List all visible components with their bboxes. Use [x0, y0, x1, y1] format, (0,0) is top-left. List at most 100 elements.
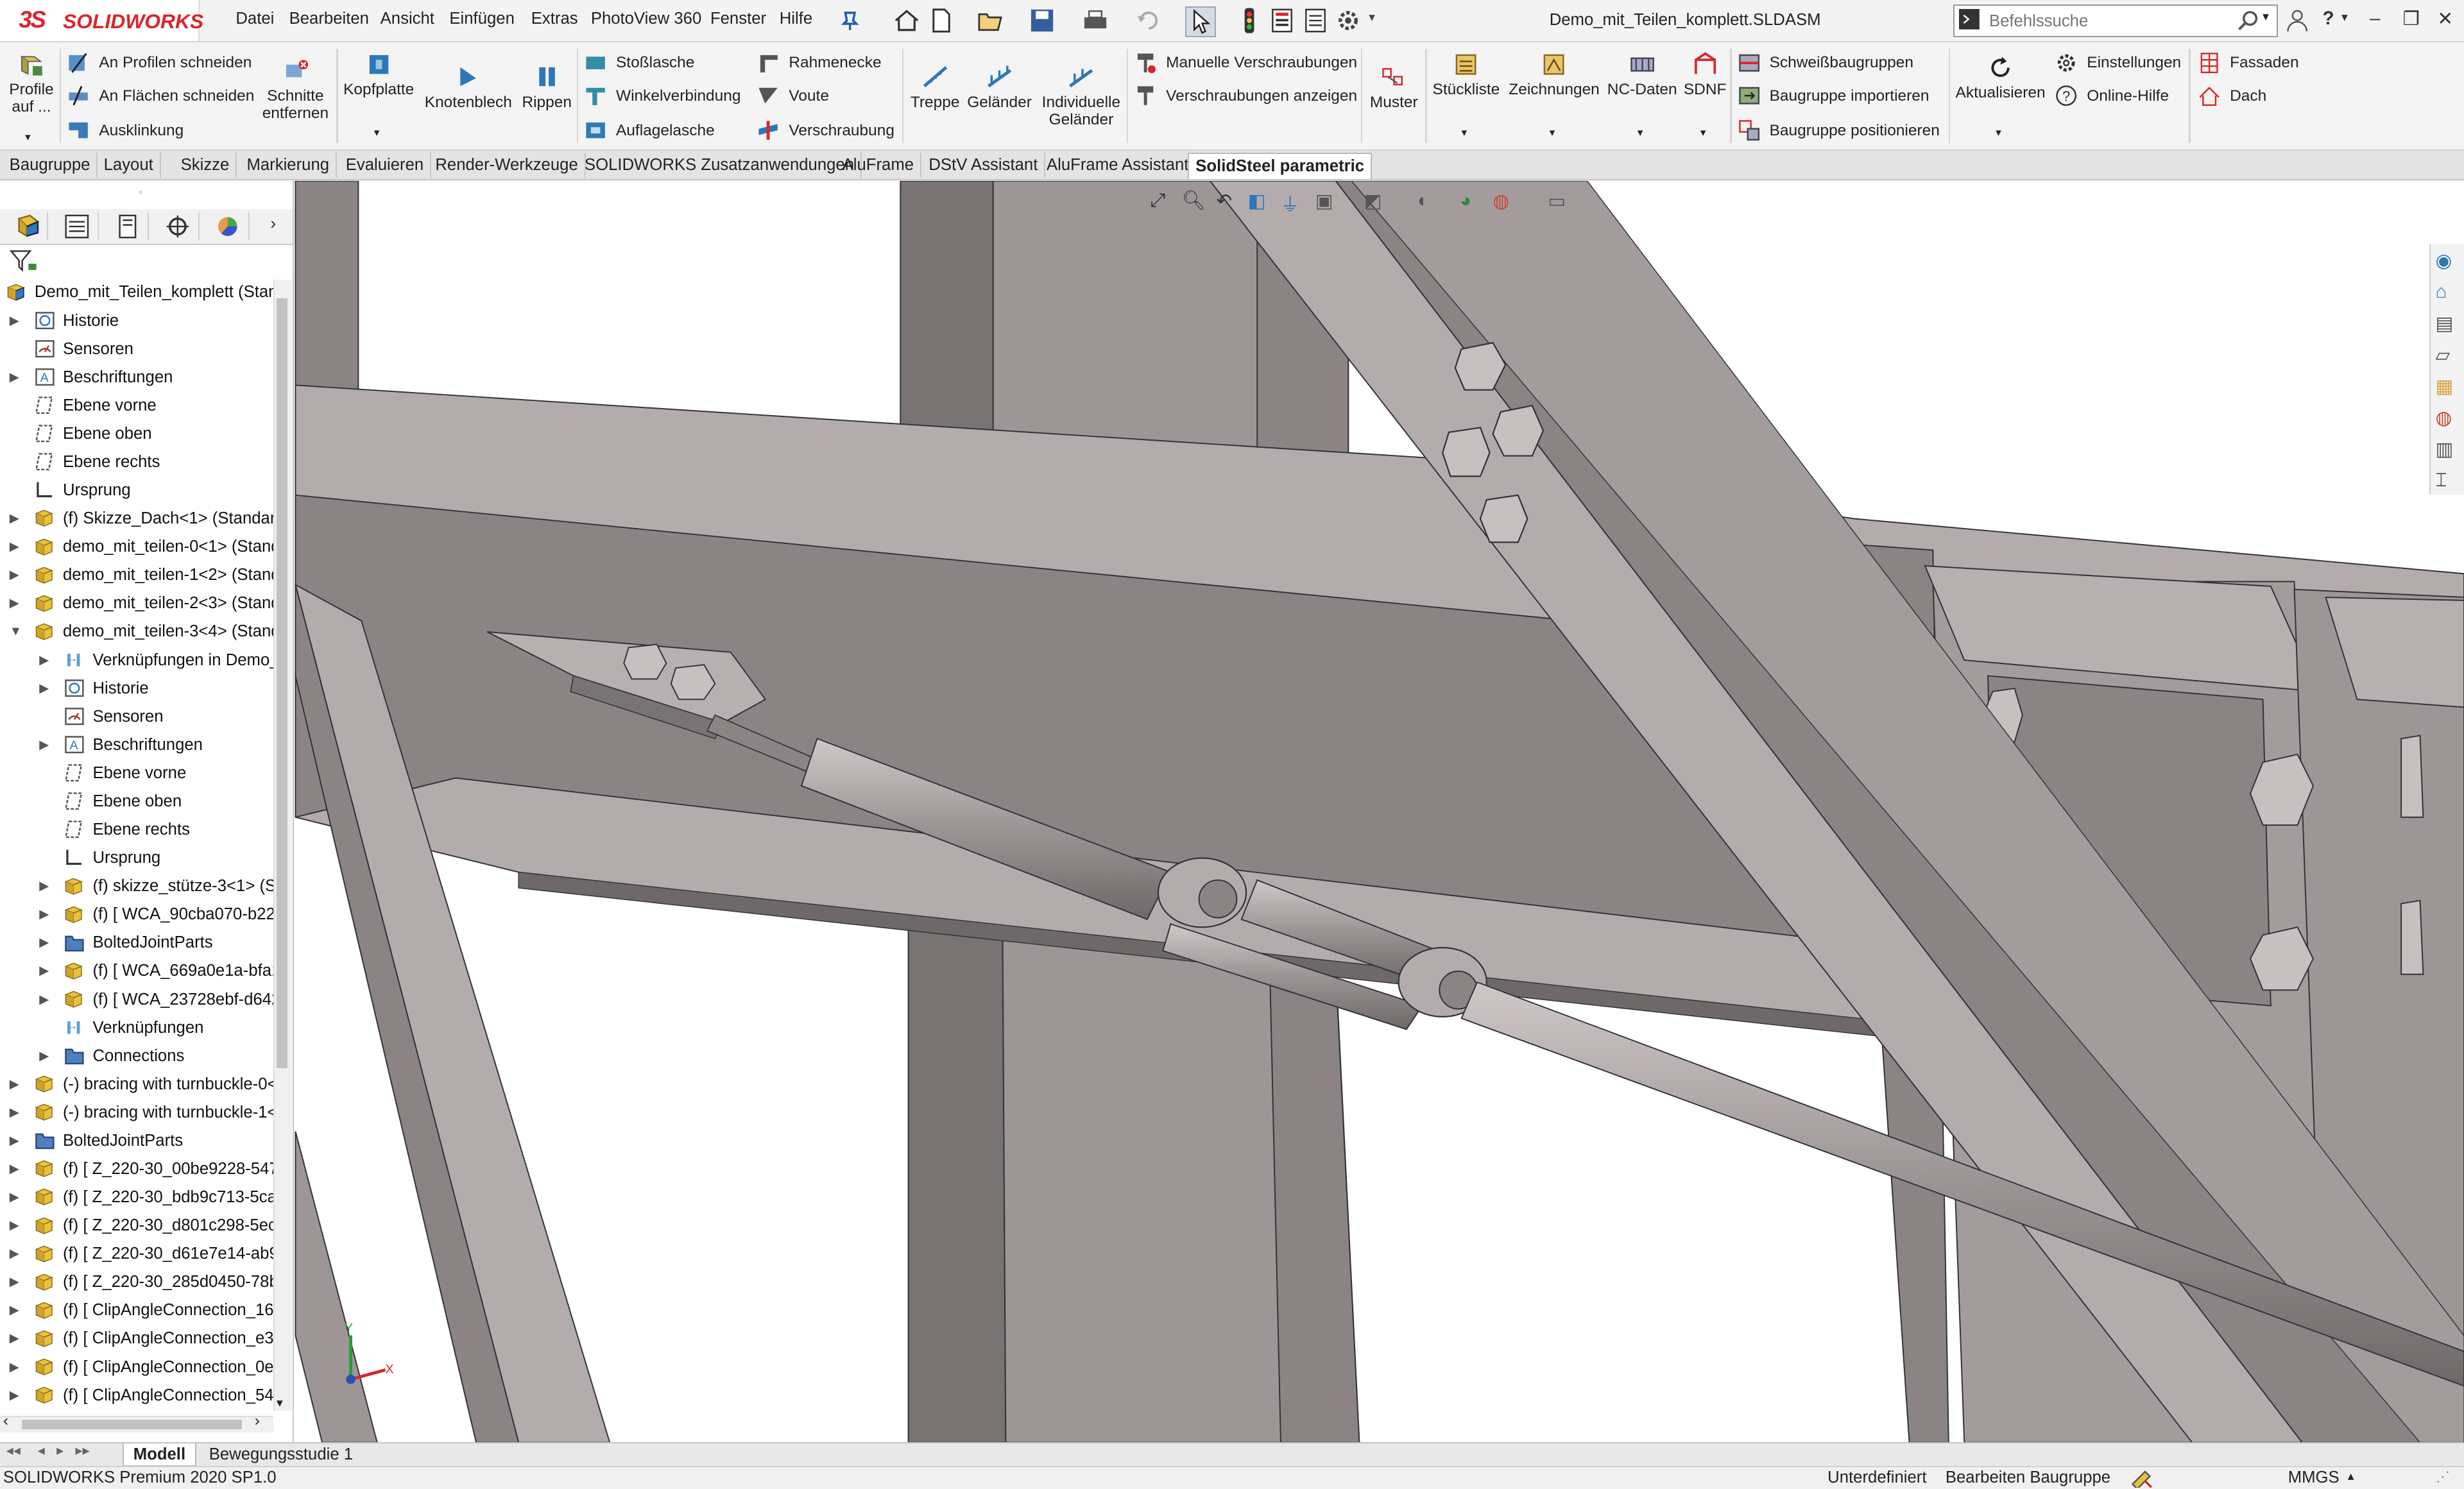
file-explorer-icon[interactable]: ▱: [2435, 344, 2460, 369]
tree-item[interactable]: ▶ (f) [ WCA_23728ebf-d642-4: [0, 985, 273, 1014]
stairs-button[interactable]: Treppe: [909, 64, 962, 111]
tree-root-assembly[interactable]: Demo_mit_Teilen_komplett (Standard: [0, 278, 273, 306]
tree-item[interactable]: Ursprung: [0, 476, 273, 504]
manual-bolting-button[interactable]: Manuelle Verschraubungen: [1134, 50, 1357, 75]
tree-expand-toggle[interactable]: ▶: [10, 363, 19, 391]
weld-assemblies-button[interactable]: Schweißbaugruppen: [1738, 50, 1913, 75]
taskpane-home-icon[interactable]: ⌂: [2435, 281, 2460, 306]
tree-scrollbar-thumb[interactable]: [277, 298, 288, 1069]
tree-expand-toggle[interactable]: ▶: [10, 1353, 19, 1381]
previous-view-icon[interactable]: ↶: [1217, 190, 1233, 212]
rebuild-status-icon[interactable]: [2131, 1468, 2153, 1488]
tab-markierung[interactable]: Markierung: [241, 152, 337, 178]
search-input[interactable]: [1986, 9, 2244, 35]
tree-item[interactable]: ▶ (f) [ Z_220-30_d801c298-5ecc-4: [0, 1211, 273, 1239]
tab-render-werkzeuge[interactable]: Render-Werkzeuge: [429, 152, 586, 178]
tree-item[interactable]: ▼ demo_mit_teilen-3<4> (Standa: [0, 617, 273, 645]
view-palette-icon[interactable]: ▦: [2435, 375, 2460, 400]
configuration-manager-tab-icon[interactable]: [107, 212, 150, 241]
menu-einfuegen[interactable]: Einfügen: [449, 10, 514, 28]
display-style-icon[interactable]: ◩: [1364, 190, 1382, 212]
sdnf-button[interactable]: SDNF: [1681, 52, 1728, 99]
undo-icon[interactable]: [1134, 6, 1163, 35]
design-library-icon[interactable]: ▤: [2435, 312, 2460, 337]
profile-button[interactable]: Profile auf ...: [4, 52, 58, 116]
tab-skizze[interactable]: Skizze: [175, 152, 237, 178]
show-bolting-button[interactable]: Verschraubungen anzeigen: [1134, 83, 1357, 108]
tree-item[interactable]: ▶ A Beschriftungen: [0, 363, 273, 391]
menu-fenster[interactable]: Fenster: [710, 10, 766, 28]
menu-photoview[interactable]: PhotoView 360: [591, 10, 701, 28]
drawings-button[interactable]: Zeichnungen: [1509, 52, 1600, 99]
feature-tree-tab-icon[interactable]: [6, 212, 49, 241]
tab-solidsteel-parametric[interactable]: SolidSteel parametric: [1188, 152, 1372, 179]
window-restore-icon[interactable]: ❐: [2403, 8, 2420, 30]
splice-plate-button[interactable]: Stoßlasche: [585, 50, 694, 75]
command-search[interactable]: ▾: [1953, 4, 2279, 37]
tree-expand-toggle[interactable]: ▶: [10, 1155, 19, 1183]
graphics-viewport[interactable]: ⤢ 🔍︎ ↶ ◧ ⏚ ▣ ◩ ◐ ◕ ◍ ▭ ◫ ◫ – ▢ ✕ Y X: [293, 180, 2464, 1443]
tree-item[interactable]: Verknüpfungen: [0, 1014, 273, 1042]
tree-item[interactable]: Ebene rechts: [0, 448, 273, 476]
options-gear-icon[interactable]: [1334, 6, 1362, 35]
facades-button[interactable]: Fassaden: [2198, 50, 2299, 75]
tab-dstv-assistant[interactable]: DStV Assistant: [923, 152, 1046, 178]
help-icon[interactable]: ?: [2323, 8, 2334, 30]
tab-baugruppe[interactable]: Baugruppe: [3, 152, 98, 178]
tree-expand-toggle[interactable]: ▶: [10, 1239, 19, 1268]
zoom-to-fit-icon[interactable]: ⤢: [1151, 190, 1166, 212]
tree-item[interactable]: ▶ (-) bracing with turnbuckle-1<: [0, 1098, 273, 1127]
tree-expand-toggle[interactable]: ▶: [10, 561, 19, 589]
menu-hilfe[interactable]: Hilfe: [780, 10, 812, 28]
frame-corner-button[interactable]: Rahmenecke: [757, 50, 882, 75]
filter-icon[interactable]: [9, 250, 38, 272]
tree-expand-toggle[interactable]: ▶: [39, 731, 49, 759]
menu-extras[interactable]: Extras: [531, 10, 578, 28]
dimxpert-tab-icon[interactable]: [157, 212, 200, 241]
open-folder-icon[interactable]: [976, 6, 1004, 35]
edit-appearance-icon[interactable]: ◕: [1460, 190, 1471, 212]
property-manager-tab-icon[interactable]: [56, 212, 99, 241]
cut-faces-button[interactable]: An Flächen schneiden: [67, 83, 254, 108]
window-minimize-icon[interactable]: –: [2370, 8, 2380, 30]
tree-item[interactable]: ▶ BoltedJointParts: [0, 928, 273, 957]
zoom-area-icon[interactable]: 🔍︎: [1182, 190, 1206, 212]
home-icon[interactable]: [893, 6, 921, 35]
tree-item[interactable]: Ebene rechts: [0, 815, 273, 844]
tree-expand-toggle[interactable]: ▶: [10, 1296, 19, 1324]
tree-item[interactable]: ▶ (f) [ Z_220-30_d61e7e14-ab98-4: [0, 1239, 273, 1268]
update-dropdown-icon[interactable]: ▾: [1996, 126, 2001, 139]
tree-item[interactable]: ▶ (f) skizze_stütze-3<1> (Sta: [0, 872, 273, 900]
tab-modell[interactable]: Modell: [123, 1443, 196, 1467]
tree-item[interactable]: ▶ (f) [ ClipAngleConnection_16e: [0, 1296, 273, 1324]
ribs-button[interactable]: Rippen: [518, 64, 575, 111]
tree-item[interactable]: ▶ (f) [ WCA_90cba070-b22a-: [0, 900, 273, 928]
tree-item[interactable]: ▶ (f) [ ClipAngleConnection_541: [0, 1381, 273, 1409]
status-units[interactable]: MMGS: [2288, 1468, 2340, 1487]
end-plate-button[interactable]: Kopfplatte: [341, 52, 416, 99]
tree-item[interactable]: Sensoren: [0, 335, 273, 363]
tree-expand-toggle[interactable]: ▶: [10, 1324, 19, 1352]
apply-scene-icon[interactable]: ◍: [1493, 190, 1510, 212]
tree-expand-toggle[interactable]: ▶: [10, 589, 19, 617]
tree-expand-toggle[interactable]: ▶: [10, 1268, 19, 1296]
units-dropdown-icon[interactable]: ▴: [2348, 1468, 2354, 1484]
search-scope-icon[interactable]: [1959, 9, 1980, 30]
angle-joint-button[interactable]: Winkelverbindung: [585, 83, 740, 108]
options-dropdown-icon[interactable]: ▾: [1369, 10, 1375, 25]
tab-nav-next-icon[interactable]: ▸: [56, 1442, 64, 1459]
hide-show-icon[interactable]: ◐: [1417, 190, 1429, 212]
bom-dropdown-icon[interactable]: ▾: [1462, 126, 1467, 139]
menu-datei[interactable]: Datei: [235, 10, 274, 28]
view-settings-icon[interactable]: ▭: [1548, 190, 1566, 212]
tree-expand-toggle[interactable]: ▶: [10, 1183, 19, 1211]
bom-button[interactable]: Stückliste: [1430, 52, 1503, 99]
tree-expand-toggle[interactable]: ▶: [39, 900, 49, 928]
position-assembly-button[interactable]: Baugruppe positionieren: [1738, 118, 1940, 143]
file-properties-icon[interactable]: [1268, 6, 1296, 35]
search-dropdown-icon[interactable]: ▾: [2263, 9, 2269, 24]
display-manager-tab-icon[interactable]: [207, 212, 250, 241]
panel-tabs-next-icon[interactable]: ›: [270, 214, 276, 234]
tree-item[interactable]: ▶ Historie: [0, 674, 273, 702]
sdnf-dropdown-icon[interactable]: ▾: [1700, 126, 1706, 139]
